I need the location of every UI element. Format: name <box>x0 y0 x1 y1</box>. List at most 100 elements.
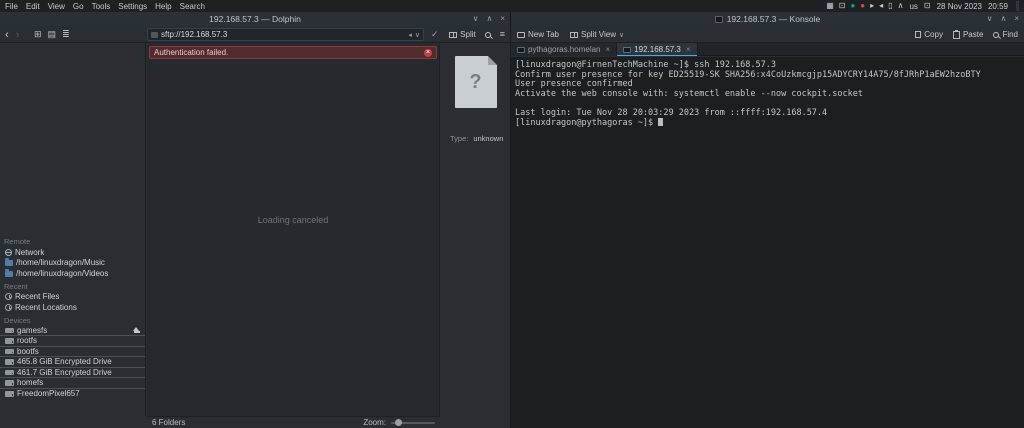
place-item[interactable]: Recent Locations <box>0 302 145 313</box>
places-section-remote: Remote <box>0 236 145 247</box>
location-bar[interactable]: sftp://192.168.57.3 ◂ ∨ <box>147 28 424 41</box>
new-tab-label: New Tab <box>528 30 559 39</box>
terminal-tab[interactable]: pythagoras.homelan × <box>511 43 617 56</box>
nav-buttons: ‹ › <box>5 26 19 43</box>
zoom-slider[interactable] <box>391 422 435 424</box>
places-panel: RemoteNetwork/home/linuxdragon/Music/hom… <box>0 44 146 416</box>
find-button[interactable]: Find <box>993 30 1018 39</box>
error-text: Authentication failed. <box>154 48 228 57</box>
close-button[interactable]: × <box>1014 15 1019 23</box>
menu-settings[interactable]: Settings <box>118 2 147 11</box>
new-tab-button[interactable]: New Tab <box>517 30 559 39</box>
drive-icon <box>5 380 14 386</box>
zoom-slider-knob[interactable] <box>395 419 402 426</box>
place-label: FreedomPixel657 <box>17 389 80 398</box>
menu-file[interactable]: File <box>5 2 18 11</box>
menu-view[interactable]: View <box>48 2 65 11</box>
details-view-button[interactable]: ≣ <box>62 30 70 39</box>
place-item[interactable]: FreedomPixel657 <box>0 389 145 400</box>
copy-button[interactable]: Copy <box>915 30 943 39</box>
menu-help[interactable]: Help <box>155 2 171 11</box>
type-value: unknown <box>473 134 503 143</box>
clipboard-icon[interactable]: ▯ <box>888 2 892 10</box>
split-view-button[interactable]: Split View ∨ <box>570 30 624 39</box>
place-label: gamesfs <box>17 326 47 335</box>
hamburger-menu-icon[interactable]: ≡ <box>500 30 505 39</box>
back-button[interactable]: ‹ <box>5 30 9 40</box>
url-dropdown-icon[interactable]: ∨ <box>415 31 420 39</box>
search-icon[interactable] <box>485 32 491 38</box>
dolphin-window-title: 192.168.57.3 — Dolphin <box>209 14 301 24</box>
keyboard-layout-indicator[interactable]: us <box>909 2 917 11</box>
terminal-output[interactable]: [linuxdragon@FirnenTechMachine ~]$ ssh 1… <box>511 57 1024 428</box>
tab-label: pythagoras.homelan <box>528 45 601 54</box>
global-menu-bar: File Edit View Go Tools Settings Help Search ▦ ⊡… <box>0 0 1024 12</box>
tab-close-icon[interactable]: × <box>606 45 611 54</box>
maximize-button[interactable]: ∧ <box>1000 15 1006 23</box>
menu-search[interactable]: Search <box>180 2 205 11</box>
icons-view-button[interactable]: ⊞ <box>34 30 42 39</box>
place-item[interactable]: rootfs <box>0 336 145 347</box>
konsole-toolbar-right: Copy Paste Find <box>915 26 1018 43</box>
minimize-button[interactable]: ∨ <box>987 15 993 23</box>
menu-edit[interactable]: Edit <box>26 2 40 11</box>
media-icon[interactable]: ▸ <box>870 2 874 10</box>
terminal-line: Activate the web console with: systemctl… <box>515 90 1020 100</box>
compact-view-button[interactable]: ▤ <box>48 30 57 39</box>
chat-icon[interactable]: ● <box>850 2 855 10</box>
recording-icon[interactable]: ● <box>860 2 865 10</box>
menu-go[interactable]: Go <box>73 2 84 11</box>
url-clear-icon[interactable]: ◂ <box>408 31 412 39</box>
clock-icon <box>5 304 12 311</box>
banner-close-icon[interactable]: × <box>424 49 432 57</box>
find-icon <box>993 32 999 38</box>
tab-close-icon[interactable]: × <box>686 45 691 54</box>
menu-tools[interactable]: Tools <box>92 2 111 11</box>
drive-icon <box>5 370 14 376</box>
chevron-down-icon: ∨ <box>619 31 624 39</box>
place-item[interactable]: /home/linuxdragon/Music <box>0 258 145 269</box>
show-desktop-button[interactable] <box>1016 1 1019 11</box>
display-icon[interactable]: ⊡ <box>839 2 846 10</box>
place-item[interactable]: Recent Files <box>0 292 145 303</box>
terminal-cursor <box>658 118 663 126</box>
place-item[interactable]: 461.7 GiB Encrypted Drive <box>0 368 145 379</box>
split-label: Split <box>460 30 476 39</box>
place-item[interactable]: Network <box>0 247 145 258</box>
forward-button[interactable]: › <box>16 30 20 40</box>
place-item[interactable]: 465.8 GiB Encrypted Drive <box>0 357 145 368</box>
app-grid-icon[interactable]: ▦ <box>826 2 834 10</box>
place-label: homefs <box>17 378 43 387</box>
unknown-file-icon: ? <box>455 56 497 108</box>
network-icon <box>5 249 12 256</box>
screen-icon[interactable]: ⊡ <box>924 2 931 10</box>
split-button[interactable]: Split <box>449 30 476 39</box>
paste-button[interactable]: Paste <box>953 30 983 39</box>
volume-icon[interactable]: ◂ <box>879 2 883 10</box>
place-item[interactable]: gamesfs <box>0 326 145 337</box>
close-button[interactable]: × <box>500 15 505 23</box>
folder-view[interactable]: Authentication failed. × Loading cancele… <box>147 44 440 416</box>
place-item[interactable]: /home/linuxdragon/Videos <box>0 268 145 279</box>
location-text[interactable]: sftp://192.168.57.3 <box>161 30 405 39</box>
information-panel: ? Type: unknown <box>441 44 510 416</box>
place-label: Recent Files <box>15 292 59 301</box>
places-section-recent: Recent <box>0 281 145 292</box>
konsole-titlebar[interactable]: 192.168.57.3 — Konsole ∨ ∧ × <box>511 12 1024 26</box>
eject-icon[interactable] <box>133 327 140 334</box>
drive-icon <box>5 349 14 355</box>
url-accept-button[interactable]: ✓ <box>431 26 439 43</box>
minimize-button[interactable]: ∨ <box>473 15 479 23</box>
clock-time[interactable]: 20:59 <box>988 2 1008 11</box>
terminal-tab[interactable]: 192.168.57.3× <box>617 43 697 56</box>
clock-date[interactable]: 28 Nov 2023 <box>937 2 982 11</box>
place-item[interactable]: bootfs <box>0 347 145 358</box>
tray-expander-icon[interactable]: ∧ <box>898 2 904 10</box>
find-label: Find <box>1002 30 1018 39</box>
dolphin-titlebar[interactable]: 192.168.57.3 — Dolphin ∨ ∧ × <box>0 12 510 26</box>
view-mode-buttons: ⊞ ▤ ≣ <box>34 26 70 43</box>
place-item[interactable]: homefs <box>0 378 145 389</box>
place-label: /home/linuxdragon/Music <box>16 258 105 267</box>
split-icon <box>449 32 457 38</box>
maximize-button[interactable]: ∧ <box>486 15 492 23</box>
